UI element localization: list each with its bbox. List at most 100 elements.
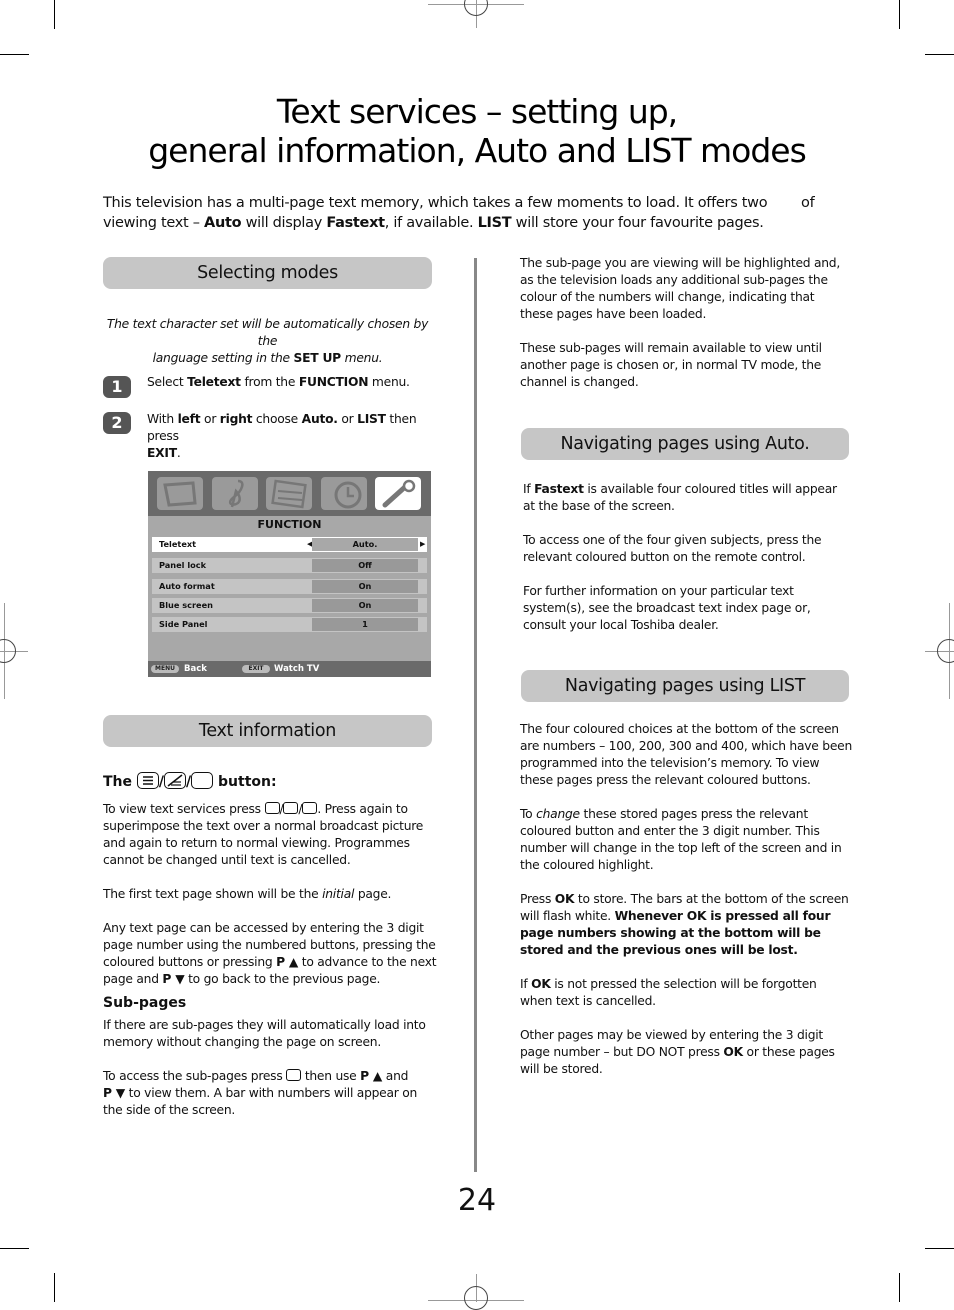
section-heading-text: Selecting modes — [197, 263, 338, 283]
watch-tv-label: Watch TV — [274, 664, 320, 674]
section-heading-navigating-auto: Navigating pages using Auto. — [521, 428, 849, 460]
intro-text: of — [801, 195, 815, 211]
paragraph-bold: Fastext — [534, 482, 584, 496]
paragraph-text: To access the sub-pages press — [103, 1069, 283, 1083]
menu-row-label: Blue screen — [159, 600, 213, 610]
step-text: from the — [240, 375, 299, 389]
step-text: menu. — [368, 375, 410, 389]
paragraph: If Fastext is available four coloured ti… — [523, 481, 851, 515]
paragraph-text: If — [520, 977, 532, 991]
paragraph-bold: OK — [723, 1045, 743, 1059]
menu-key-pill[interactable]: MENU — [151, 665, 179, 673]
column-divider — [474, 258, 477, 1172]
menu-row-value[interactable]: On — [312, 580, 418, 593]
menu-row-value[interactable]: Auto. — [312, 538, 418, 551]
registration-mark — [0, 639, 16, 663]
page-title-line-1: Text services – setting up, — [276, 92, 678, 131]
sub-pages-heading: Sub-pages — [103, 995, 187, 1011]
heading-text: The — [103, 774, 133, 790]
paragraph-bold: OK — [554, 892, 575, 906]
paragraph: To view text services press / /. Press ag… — [103, 802, 424, 867]
paragraph-text: to go back to the previous page. — [184, 972, 381, 986]
intro-paragraph: This television has a multi-page text me… — [103, 193, 823, 233]
crop-mark — [54, 1273, 55, 1302]
step-text: choose — [252, 412, 302, 426]
section-heading-text: Text information — [198, 721, 337, 741]
auto-paragraphs: If Fastext is available four coloured ti… — [523, 481, 851, 651]
text-info-paragraphs: To view text services press / /. Press ag… — [103, 801, 438, 1005]
step-bold: Teletext — [187, 375, 241, 389]
step-bold: right — [219, 412, 253, 426]
p-down-symbol: P ▼ — [162, 972, 185, 986]
arrow-right-icon[interactable]: ▶ — [420, 537, 425, 552]
wrench-function-icon[interactable] — [375, 477, 421, 510]
paragraph: For further information on your particul… — [523, 584, 811, 632]
crop-mark — [0, 54, 29, 55]
paragraph: If there are sub-pages they will automat… — [103, 1018, 426, 1049]
note-text: language setting in the — [152, 351, 294, 365]
tv-picture-icon[interactable] — [157, 477, 203, 510]
step-bold: FUNCTION — [298, 375, 369, 389]
intro-text: viewing text – — [103, 215, 205, 231]
music-sound-icon[interactable] — [212, 477, 258, 510]
paragraph: The four coloured choices at the bottom … — [520, 722, 852, 787]
sub-pages-paragraphs: If there are sub-pages they will automat… — [103, 1017, 438, 1136]
menu-row-value[interactable]: On — [312, 599, 418, 612]
paragraph-text: To view text services press — [103, 802, 261, 816]
step-2-text: With left or right choose Auto. or LIST … — [147, 411, 439, 462]
page-title-line-2: general information, Auto and LIST modes — [148, 131, 807, 170]
text-button-heading: The / / button: — [103, 772, 277, 790]
menu-row-side-panel[interactable]: Side Panel 1 — [152, 617, 427, 632]
text-button-icon — [264, 802, 280, 814]
crop-mark — [54, 0, 55, 29]
clock-timer-icon[interactable] — [321, 477, 367, 510]
step-text: . — [176, 446, 181, 460]
menu-row-teletext[interactable]: Teletext ◀ Auto. ▶ — [152, 537, 427, 552]
crop-mark — [925, 54, 954, 55]
settings-sliders-icon[interactable] — [266, 477, 312, 510]
p-down-symbol: P ▼ — [103, 1086, 126, 1100]
tv-button-icon — [191, 772, 214, 789]
subpage-button-icon — [286, 1069, 302, 1081]
paragraph-text: is not pressed the selection will be for… — [520, 977, 817, 1008]
menu-row-value[interactable]: Off — [312, 559, 418, 572]
intro-text: , if available. — [384, 215, 478, 231]
registration-mark — [937, 639, 954, 663]
paragraph-text: Press — [520, 892, 555, 906]
paragraph-text: If — [523, 482, 535, 496]
paragraph: If OK is not pressed the selection will … — [520, 976, 852, 1010]
exit-key-pill[interactable]: EXIT — [242, 665, 270, 673]
section-heading-text: Navigating pages using Auto. — [560, 434, 810, 454]
menu-row-label: Auto format — [159, 581, 215, 591]
intro-bold: Auto — [204, 215, 242, 231]
paragraph: Other pages may be viewed by entering th… — [520, 1027, 852, 1078]
paragraph-text: and — [382, 1069, 409, 1083]
registration-mark — [464, 0, 488, 16]
step-bold: LIST — [357, 412, 386, 426]
paragraph-text: page. — [354, 887, 392, 901]
menu-row-value[interactable]: 1 — [312, 618, 418, 631]
paragraph-italic: initial — [322, 887, 355, 901]
menu-row-auto-format[interactable]: Auto format On — [152, 579, 427, 594]
section-heading-text: Navigating pages using LIST — [564, 676, 806, 696]
step-1-text: Select Teletext from the FUNCTION menu. — [147, 374, 437, 391]
intro-bold: LIST — [477, 215, 512, 231]
intro-text: will store your four favourite pages. — [511, 215, 764, 231]
subpage-info-paragraphs: The sub-page you are viewing will be hig… — [520, 255, 850, 408]
menu-row-label: Panel lock — [159, 560, 207, 570]
paragraph-text: then use — [301, 1069, 361, 1083]
paragraph: To change these stored pages press the r… — [520, 806, 852, 874]
menu-footer: MENU Back EXIT Watch TV — [148, 661, 431, 677]
paragraph-italic: change — [536, 807, 580, 821]
menu-row-panel-lock[interactable]: Panel lock Off — [152, 558, 427, 573]
paragraph: Press OK to store. The bars at the botto… — [520, 891, 852, 959]
p-up-symbol: P ▲ — [276, 955, 299, 969]
paragraph-text: The first text page shown will be the — [103, 887, 323, 901]
intro-bold: Fastext — [326, 215, 385, 231]
heading-text: button: — [218, 774, 277, 790]
note-text: menu. — [340, 351, 383, 365]
page-number: 24 — [457, 1183, 497, 1218]
paragraph-bold: OK — [531, 977, 551, 991]
menu-row-blue-screen[interactable]: Blue screen On — [152, 598, 427, 613]
section-heading-text-information: Text information — [103, 715, 432, 747]
